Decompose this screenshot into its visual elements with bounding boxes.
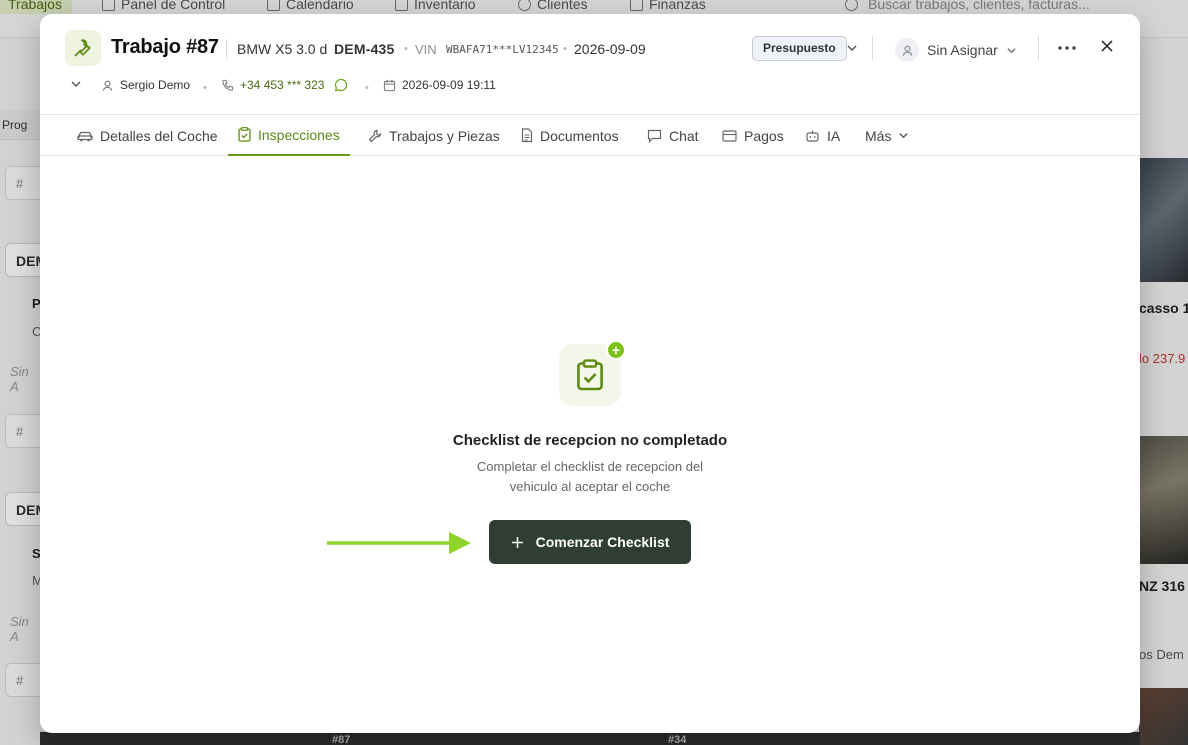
close-icon — [1101, 40, 1113, 52]
tab-label: Inspecciones — [258, 126, 340, 143]
job-modal: Trabajo #87 BMW X5 3.0 d DEM-435 • VIN W… — [40, 14, 1140, 733]
license-plate: DEM-435 — [334, 41, 395, 57]
robot-icon — [806, 130, 819, 142]
empty-state-description: Completar el checklist de recepcion del … — [476, 459, 704, 494]
assignee-label: Sin Asignar — [927, 42, 998, 58]
tab-mas[interactable]: Más — [855, 115, 919, 156]
status-dropdown-button[interactable] — [842, 38, 862, 58]
start-checklist-button[interactable]: Comenzar Checklist — [489, 520, 691, 564]
tab-label: IA — [827, 127, 841, 144]
phone-number: +34 453 *** 323 — [240, 78, 325, 92]
wrench-icon — [368, 129, 382, 142]
arrow-right-icon — [327, 532, 471, 554]
tab-bar: Detalles del Coche Inspecciones Trabajos… — [40, 114, 1140, 156]
tab-inspecciones[interactable]: Inspecciones — [228, 115, 350, 156]
divider — [872, 36, 873, 60]
credit-card-icon — [722, 129, 737, 142]
separator-dot: • — [365, 82, 369, 94]
tab-pagos[interactable]: Pagos — [712, 115, 794, 156]
expand-toggle[interactable] — [70, 78, 82, 90]
car-icon — [77, 131, 93, 141]
plus-icon — [511, 536, 523, 548]
start-checklist-label: Comenzar Checklist — [535, 534, 670, 550]
tab-label: Pagos — [744, 127, 784, 144]
close-button[interactable] — [1097, 36, 1117, 56]
tab-label: Chat — [669, 127, 699, 144]
clipboard-check-icon — [238, 127, 251, 142]
more-horizontal-icon — [1058, 46, 1076, 50]
status-badge[interactable]: Presupuesto — [752, 36, 847, 61]
user-icon — [102, 80, 113, 91]
vin-value: WBAFA71***LV12345 — [446, 43, 559, 56]
phone-link[interactable]: +34 453 *** 323 — [221, 78, 348, 92]
customer-link[interactable]: Sergio Demo — [101, 78, 190, 92]
tab-trabajos-y-piezas[interactable]: Trabajos y Piezas — [358, 115, 510, 156]
chat-icon — [647, 129, 662, 143]
separator-dot: • — [563, 43, 567, 55]
divider — [226, 39, 227, 59]
chevron-down-icon — [847, 45, 857, 52]
user-icon — [895, 38, 919, 62]
job-date: 2026-09-09 — [574, 41, 646, 57]
separator-dot: • — [203, 82, 207, 94]
car-model: BMW X5 3.0 d — [237, 41, 328, 57]
empty-state-title: Checklist de recepcion no completado — [452, 432, 728, 449]
more-options-button[interactable] — [1056, 38, 1078, 58]
wrench-icon — [65, 30, 101, 66]
customer-name: Sergio Demo — [120, 78, 191, 92]
tab-documentos[interactable]: Documentos — [511, 115, 629, 156]
plus-icon: + — [606, 340, 626, 360]
tab-label: Documentos — [540, 127, 619, 144]
phone-icon — [222, 79, 234, 91]
assignee-selector[interactable]: Sin Asignar — [895, 38, 1017, 62]
tab-label: Trabajos y Piezas — [389, 127, 500, 144]
appointment-datetime: 2026-09-09 19:11 — [383, 78, 496, 92]
tab-label: Detalles del Coche — [100, 127, 218, 144]
datetime-label: 2026-09-09 19:11 — [402, 78, 496, 92]
separator-dot: • — [404, 43, 408, 55]
document-icon — [521, 128, 533, 143]
tab-ia[interactable]: IA — [795, 115, 850, 156]
job-title: Trabajo #87 — [111, 36, 219, 58]
tab-detalles-del-coche[interactable]: Detalles del Coche — [67, 115, 228, 156]
vin-label: VIN — [415, 42, 437, 57]
tab-chat[interactable]: Chat — [637, 115, 709, 156]
chevron-down-icon — [899, 133, 909, 139]
chevron-down-icon — [1007, 47, 1016, 53]
divider — [1038, 36, 1039, 60]
chevron-down-icon — [71, 81, 81, 87]
calendar-icon — [383, 79, 396, 91]
tab-label: Más — [865, 127, 892, 144]
whatsapp-icon[interactable] — [334, 78, 348, 92]
